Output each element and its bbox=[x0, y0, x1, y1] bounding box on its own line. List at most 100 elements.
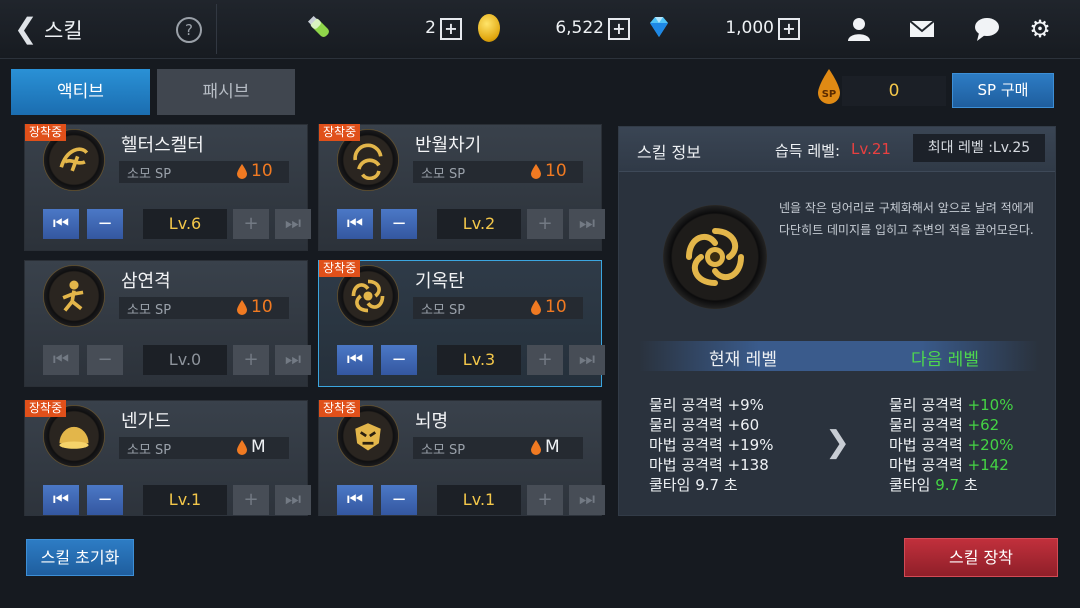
stamina-plus-button[interactable]: + bbox=[440, 18, 462, 40]
skill-card[interactable]: 삼연격 소모 SP 10 ⏮ − Lv.0 + ⏭ bbox=[24, 260, 311, 387]
skill-description: 넨을 작은 덩어리로 구체화해서 앞으로 날려 적에게 다단히트 데미지를 입히… bbox=[779, 201, 1034, 237]
sp-cost-label: 소모 SP bbox=[421, 167, 466, 182]
max-level-icon[interactable]: ⏭ bbox=[275, 209, 311, 239]
next-stats: 물리 공격력 +10% 물리 공격력 +62 마법 공격력 +20% 마법 공격력 +… bbox=[889, 395, 1013, 495]
stat-row: 물리 공격력 +9% bbox=[649, 395, 773, 415]
stat-value: +62 bbox=[967, 416, 1000, 434]
flame-icon bbox=[531, 440, 541, 455]
skill-card[interactable]: 장착중 반월차기 소모 SP 10 ⏮ − Lv.2 + ⏭ bbox=[318, 124, 605, 251]
level-up-button[interactable]: + bbox=[233, 345, 269, 375]
gold-plus-button[interactable]: + bbox=[608, 18, 630, 40]
first-level-icon[interactable]: ⏮ bbox=[337, 485, 373, 515]
first-level-icon[interactable]: ⏮ bbox=[337, 345, 373, 375]
sp-cost-value: 10 bbox=[545, 297, 567, 317]
flame-icon bbox=[531, 164, 541, 179]
equipped-badge: 장착중 bbox=[25, 124, 67, 141]
skill-reset-button[interactable]: 스킬 초기화 bbox=[26, 539, 134, 576]
stat-label: 물리 공격력 bbox=[649, 396, 723, 414]
help-icon[interactable]: ? bbox=[176, 17, 202, 43]
skill-card[interactable]: 장착중 기옥탄 소모 SP 10 ⏮ − Lv.3 + ⏭ bbox=[318, 260, 605, 387]
sp-cost-value: 10 bbox=[251, 161, 273, 181]
first-level-icon[interactable]: ⏮ bbox=[337, 209, 373, 239]
stat-value: +19% bbox=[727, 436, 774, 454]
first-level-icon[interactable]: ⏮ bbox=[43, 485, 79, 515]
mail-icon[interactable] bbox=[907, 14, 937, 44]
stat-value: +20% bbox=[967, 436, 1014, 454]
max-level-icon[interactable]: ⏭ bbox=[569, 345, 605, 375]
sp-cost-label: 소모 SP bbox=[421, 303, 466, 318]
skill-list[interactable]: 장착중 헬터스켈터 소모 SP 10 ⏮ − Lv.6 + ⏭ 장착중 반월차기 소모 SP 10 ⏮ − L… bbox=[24, 124, 610, 516]
selected-skill-icon bbox=[663, 205, 767, 309]
stat-value: 9.7 초 bbox=[695, 476, 738, 494]
next-level-header: 다음 레벨 bbox=[911, 350, 979, 370]
skill-name: 뇌명 bbox=[415, 411, 449, 432]
stat-row: 마법 공격력 +138 bbox=[649, 455, 773, 475]
stat-value: 9.7 bbox=[935, 476, 960, 494]
friends-icon[interactable] bbox=[844, 14, 874, 44]
skill-card[interactable]: 장착중 넨가드 소모 SP M ⏮ − Lv.1 + ⏭ bbox=[24, 400, 311, 516]
sp-cost-row: 소모 SP 10 bbox=[119, 161, 289, 183]
sp-cost-label: 소모 SP bbox=[127, 303, 172, 318]
skill-level: Lv.0 bbox=[143, 345, 227, 375]
learn-level-label: 습득 레벨: bbox=[775, 142, 841, 160]
gem-icon bbox=[650, 17, 668, 37]
max-level-icon[interactable]: ⏭ bbox=[569, 485, 605, 515]
sp-cost-label: 소모 SP bbox=[421, 443, 466, 458]
skill-equip-button[interactable]: 스킬 장착 bbox=[904, 538, 1058, 577]
skill-icon bbox=[43, 265, 105, 327]
skill-level: Lv.2 bbox=[437, 209, 521, 239]
gem-value: 1,000 bbox=[725, 18, 774, 38]
sp-buy-button[interactable]: SP 구매 bbox=[952, 73, 1054, 108]
level-down-button[interactable]: − bbox=[381, 345, 417, 375]
stat-unit: 초 bbox=[963, 476, 978, 494]
stat-row: 물리 공격력 +62 bbox=[889, 415, 1013, 435]
tab-active[interactable]: 액티브 bbox=[11, 69, 150, 115]
level-controls: ⏮ − Lv.6 + ⏭ bbox=[43, 209, 311, 239]
stat-label: 마법 공격력 bbox=[889, 456, 963, 474]
level-up-button[interactable]: + bbox=[527, 485, 563, 515]
level-up-button[interactable]: + bbox=[527, 345, 563, 375]
level-up-button[interactable]: + bbox=[527, 209, 563, 239]
level-up-button[interactable]: + bbox=[233, 209, 269, 239]
info-header: 스킬 정보 습득 레벨: Lv.21 최대 레벨 :Lv.25 bbox=[619, 127, 1055, 172]
first-level-icon[interactable]: ⏮ bbox=[43, 345, 79, 375]
stat-row: 마법 공격력 +142 bbox=[889, 455, 1013, 475]
level-up-button[interactable]: + bbox=[233, 485, 269, 515]
stamina-potion-icon bbox=[307, 15, 329, 37]
sp-icon-text: SP bbox=[822, 89, 837, 100]
tab-passive[interactable]: 패시브 bbox=[157, 69, 295, 115]
level-controls: ⏮ − Lv.0 + ⏭ bbox=[43, 345, 311, 375]
sp-cost-value: M bbox=[251, 437, 266, 457]
skill-name: 넨가드 bbox=[121, 411, 171, 432]
learn-level-value: Lv.21 bbox=[851, 140, 891, 158]
max-level-icon[interactable]: ⏭ bbox=[275, 485, 311, 515]
flame-icon bbox=[237, 164, 247, 179]
level-down-button[interactable]: − bbox=[381, 485, 417, 515]
sp-cost-row: 소모 SP M bbox=[413, 437, 583, 459]
stat-row: 마법 공격력 +19% bbox=[649, 435, 773, 455]
sp-cost-label: 소모 SP bbox=[127, 443, 172, 458]
level-down-button[interactable]: − bbox=[87, 485, 123, 515]
level-down-button[interactable]: − bbox=[381, 209, 417, 239]
page-title: 스킬 bbox=[44, 19, 83, 43]
chat-icon[interactable] bbox=[972, 14, 1002, 44]
settings-gear-icon[interactable]: ⚙ bbox=[1025, 14, 1055, 44]
skill-card[interactable]: 장착중 뇌명 소모 SP M ⏮ − Lv.1 + ⏭ bbox=[318, 400, 605, 516]
level-down-button[interactable]: − bbox=[87, 345, 123, 375]
level-controls: ⏮ − Lv.3 + ⏭ bbox=[337, 345, 605, 375]
skill-info-panel: 스킬 정보 습득 레벨: Lv.21 최대 레벨 :Lv.25 넨을 작은 덩어… bbox=[618, 126, 1056, 516]
sp-cost-row: 소모 SP 10 bbox=[119, 297, 289, 319]
flame-icon bbox=[531, 300, 541, 315]
gem-plus-button[interactable]: + bbox=[778, 18, 800, 40]
max-level: 최대 레벨 :Lv.25 bbox=[913, 134, 1045, 162]
max-level-icon[interactable]: ⏭ bbox=[275, 345, 311, 375]
level-down-button[interactable]: − bbox=[87, 209, 123, 239]
back-arrow-icon[interactable]: ❮ bbox=[14, 14, 38, 44]
skill-card[interactable]: 장착중 헬터스켈터 소모 SP 10 ⏮ − Lv.6 + ⏭ bbox=[24, 124, 311, 251]
arrow-right-icon: ❯ bbox=[825, 425, 851, 460]
skill-name: 반월차기 bbox=[415, 135, 482, 156]
info-title: 스킬 정보 bbox=[637, 143, 701, 162]
first-level-icon[interactable]: ⏮ bbox=[43, 209, 79, 239]
skill-level: Lv.1 bbox=[437, 485, 521, 515]
max-level-icon[interactable]: ⏭ bbox=[569, 209, 605, 239]
